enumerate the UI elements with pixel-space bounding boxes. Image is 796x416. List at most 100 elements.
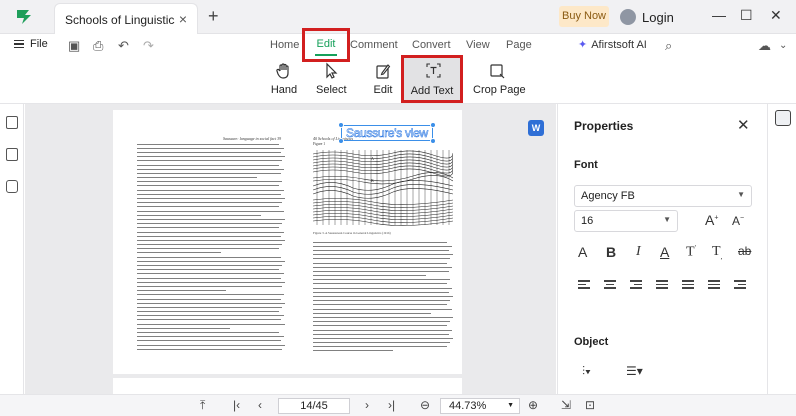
right-text-column	[313, 240, 453, 354]
select-tool-button[interactable]: Select	[316, 62, 347, 100]
document-viewer[interactable]: A B Saussure: language in social fact 39…	[25, 104, 556, 394]
object-align-icon[interactable]: ⫶▾	[582, 364, 591, 379]
close-panel-icon[interactable]: ✕	[737, 116, 750, 134]
line-spacing-icon[interactable]	[682, 280, 694, 290]
indent-icon[interactable]	[734, 280, 746, 290]
fit-width-icon[interactable]: ⇲	[561, 398, 571, 412]
increase-font-icon[interactable]: A+	[705, 212, 718, 228]
tab-close-icon[interactable]: ×	[179, 11, 187, 27]
menu-bar: File ▣ ⎙ ↶ ↷ Home Comment Convert View P…	[0, 34, 796, 58]
left-running-head: Saussure: language in social fact 39	[223, 136, 282, 141]
ai-assistant-button[interactable]: ✦ Afirstsoft AI	[578, 38, 647, 51]
align-left-icon[interactable]	[578, 280, 590, 290]
added-text[interactable]: Saussure's view	[346, 126, 429, 141]
save-icon[interactable]: ▣	[68, 38, 80, 54]
hand-tool-label: Hand	[270, 84, 298, 96]
resize-handle-br[interactable]	[430, 138, 436, 144]
subscript-icon[interactable]: T,	[712, 244, 722, 261]
tab-edit-label: Edit	[316, 38, 336, 50]
select-tool-label: Select	[316, 84, 347, 96]
tab-convert[interactable]: Convert	[412, 39, 451, 51]
tab-edit[interactable]: Edit	[302, 28, 350, 62]
font-family-value: Agency FB	[581, 190, 635, 202]
add-text-label: Add Text	[410, 85, 454, 97]
minimize-icon[interactable]: —	[712, 7, 726, 23]
font-size-select[interactable]: 16 ▼	[574, 210, 678, 232]
text-line	[137, 347, 283, 352]
last-page-icon[interactable]: ›|	[388, 398, 395, 412]
align-center-icon[interactable]	[604, 280, 616, 290]
superscript-icon[interactable]: T'	[686, 244, 696, 261]
first-page-icon[interactable]: |‹	[233, 398, 240, 412]
tab-view[interactable]: View	[466, 39, 490, 51]
app-logo-icon	[17, 10, 31, 24]
align-right-icon[interactable]	[630, 280, 642, 290]
cloud-upload-icon[interactable]: ☁	[758, 38, 771, 54]
paragraph-spacing-icon[interactable]	[708, 280, 720, 290]
document-tab[interactable]: Schools of Linguistics-S... * ×	[54, 3, 198, 34]
resize-handle-tl[interactable]	[338, 122, 344, 128]
crop-icon	[490, 64, 505, 79]
page-number-input[interactable]: 14/45	[278, 398, 350, 414]
properties-panel: Properties ✕ Font Agency FB ▼ 16 ▼ A+ A−…	[557, 104, 766, 394]
resize-handle-tr[interactable]	[430, 122, 436, 128]
crop-page-button[interactable]: Crop Page	[473, 62, 526, 100]
object-distribute-icon[interactable]: ☰▾	[626, 364, 643, 378]
scroll-top-icon[interactable]: ⤒	[200, 398, 205, 413]
edit-tool-button[interactable]: Edit	[372, 62, 394, 100]
prev-page-icon[interactable]: ‹	[258, 398, 262, 412]
cursor-icon	[326, 62, 338, 79]
close-window-icon[interactable]: ✕	[770, 7, 782, 24]
edit-pencil-icon	[376, 64, 391, 79]
new-tab-icon[interactable]: +	[208, 7, 219, 25]
added-text-box[interactable]: Saussure's view	[338, 122, 436, 144]
justify-icon[interactable]	[656, 280, 668, 290]
undo-icon[interactable]: ↶	[118, 38, 129, 54]
properties-toggle-icon[interactable]	[775, 110, 791, 126]
file-menu[interactable]: File	[14, 38, 48, 50]
chevron-down-icon: ▼	[737, 190, 745, 199]
ai-label: Afirstsoft AI	[591, 39, 647, 51]
tab-comment[interactable]: Comment	[350, 39, 398, 51]
hand-icon	[276, 63, 289, 79]
pdf-page[interactable]: A B Saussure: language in social fact 39…	[113, 110, 462, 374]
zoom-in-icon[interactable]: ⊕	[528, 398, 538, 412]
strikethrough-icon[interactable]: ab	[738, 244, 751, 258]
right-sidebar	[767, 104, 796, 394]
title-bar: Schools of Linguistics-S... * × + Buy No…	[0, 0, 796, 34]
redo-icon[interactable]: ↷	[143, 38, 154, 54]
fit-page-icon[interactable]: ⊡	[585, 398, 595, 412]
status-bar: ⤒ |‹ ‹ 14/45 › ›| ⊖ 44.73% ▼ ⊕ ⇲ ⊡	[0, 394, 796, 416]
comment-icon[interactable]	[6, 180, 18, 193]
translate-icon[interactable]: W	[528, 120, 544, 136]
bold-icon[interactable]: B	[606, 244, 616, 260]
chevron-down-icon: ▼	[507, 402, 514, 409]
underline-icon[interactable]: A	[660, 244, 669, 260]
bookmark-icon[interactable]	[6, 148, 18, 161]
zoom-select[interactable]: 44.73% ▼	[440, 398, 520, 414]
chevron-down-icon[interactable]: ⌄	[779, 40, 787, 51]
buy-now-button[interactable]: Buy Now	[559, 6, 609, 27]
decrease-font-icon[interactable]: A−	[732, 214, 744, 228]
hand-tool-button[interactable]: Hand	[270, 62, 298, 100]
resize-handle-bl[interactable]	[338, 138, 344, 144]
figure-caption: Figure 3. A Saussurean Course in General…	[313, 231, 391, 235]
figure-letter-a: A	[371, 156, 374, 161]
maximize-icon[interactable]: ☐	[740, 7, 753, 24]
object-section-label: Object	[574, 336, 609, 348]
text-color-icon[interactable]: A	[578, 244, 587, 260]
search-icon[interactable]: ⌕	[665, 38, 672, 54]
zoom-out-icon[interactable]: ⊖	[420, 398, 430, 412]
font-family-select[interactable]: Agency FB ▼	[574, 185, 752, 207]
figure-sediment-lines	[313, 150, 453, 226]
add-text-button[interactable]: Add Text	[401, 55, 463, 103]
login-button[interactable]: Login	[620, 7, 674, 27]
login-label: Login	[642, 9, 674, 25]
edit-ribbon: Hand Select Edit Crop Page	[0, 58, 796, 104]
tab-page[interactable]: Page	[506, 39, 532, 51]
italic-icon[interactable]: I	[636, 244, 641, 260]
thumbnail-icon[interactable]	[6, 116, 18, 129]
next-page-icon[interactable]: ›	[365, 398, 369, 412]
print-icon[interactable]: ⎙	[93, 38, 103, 54]
tab-home[interactable]: Home	[270, 39, 299, 51]
